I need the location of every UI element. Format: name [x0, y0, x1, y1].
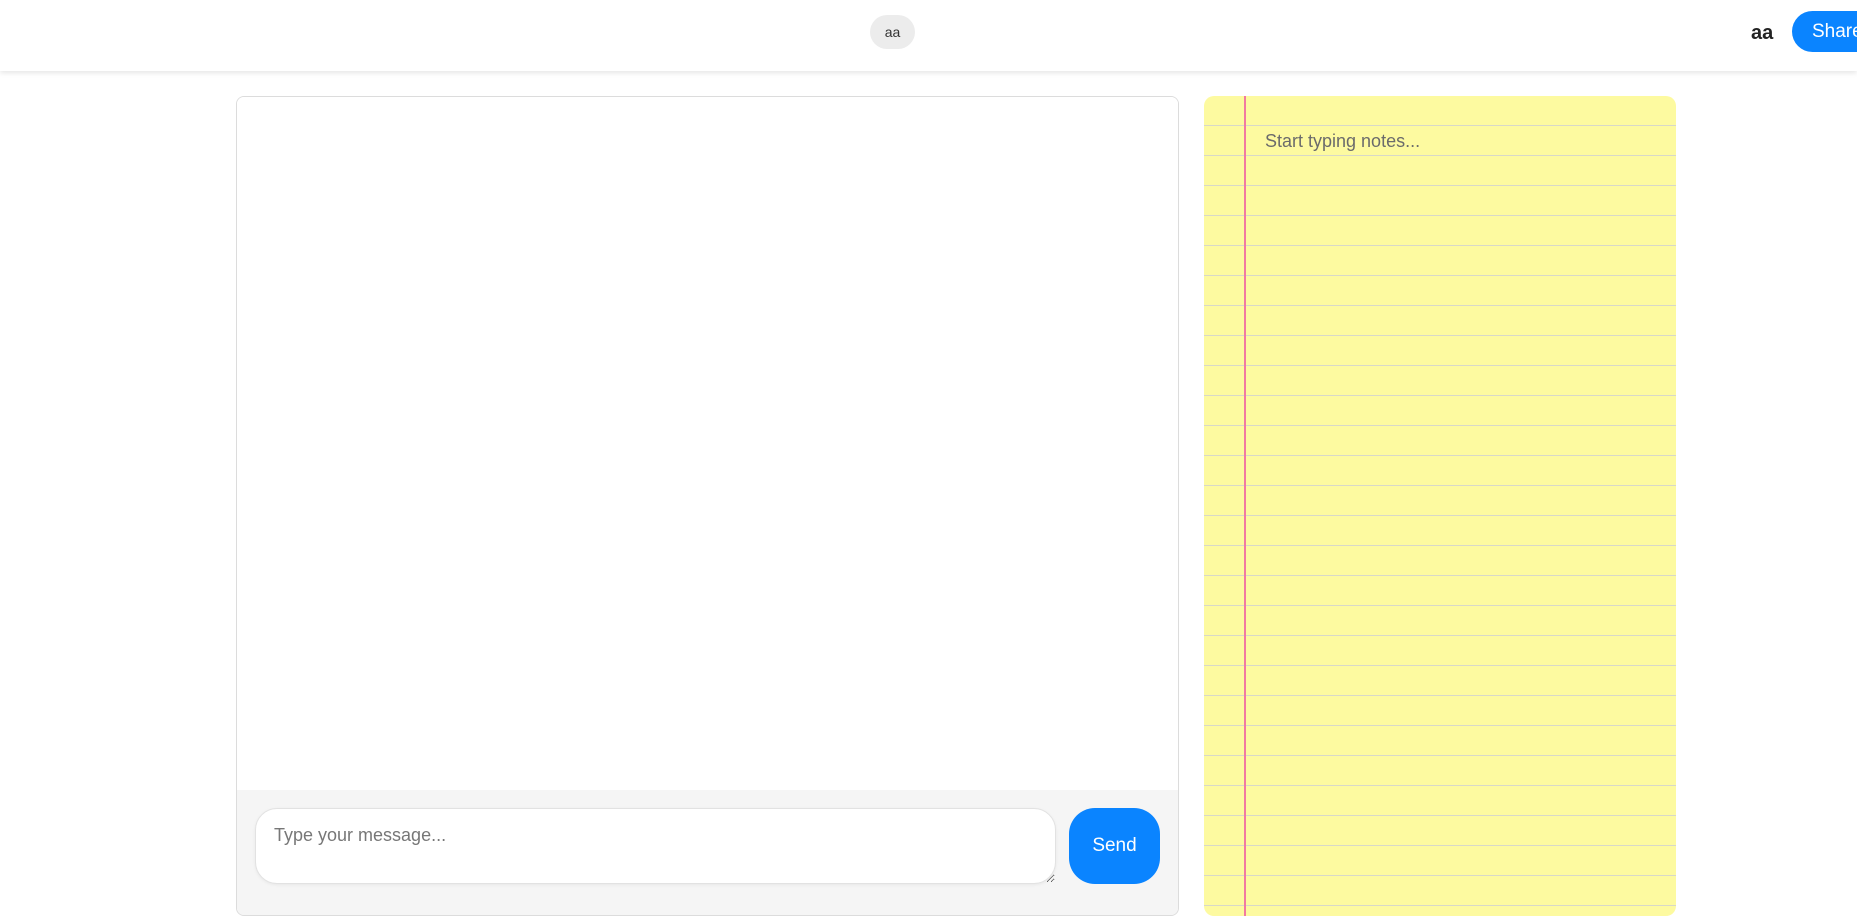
notes-margin-line [1244, 96, 1246, 916]
message-input[interactable] [255, 808, 1056, 884]
notes-input[interactable] [1265, 126, 1655, 156]
share-button[interactable]: Share [1792, 11, 1857, 52]
send-button[interactable]: Send [1069, 808, 1160, 884]
message-composer: Send [237, 790, 1178, 915]
username-label: aa [1751, 22, 1774, 44]
room-chip[interactable]: aa [870, 15, 915, 49]
top-bar: aa aa Share [0, 0, 1857, 71]
notes-ruled-lines [1204, 96, 1676, 916]
messages-area [237, 97, 1178, 790]
chat-panel: Send [236, 96, 1179, 916]
notes-panel [1204, 96, 1676, 916]
